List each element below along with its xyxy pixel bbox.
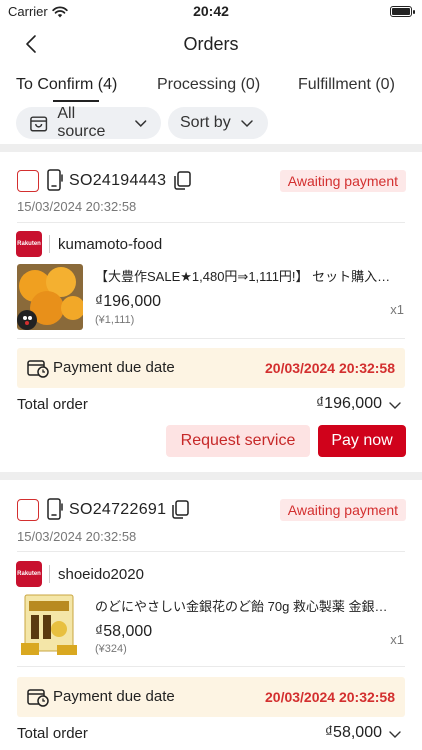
divider [49, 235, 50, 253]
total-order-value[interactable]: ₫58,000 [325, 724, 382, 742]
chevron-down-icon[interactable] [388, 727, 402, 741]
active-tab-indicator [53, 100, 99, 102]
source-filter-dropdown[interactable]: All source [16, 105, 161, 140]
tab-to-confirm[interactable]: To Confirm (4) [16, 76, 117, 94]
calendar-clock-icon [27, 360, 49, 378]
divider [17, 551, 405, 552]
product-name[interactable]: 【大豊作SALE★1,480円⇒1,111円!】 セット購入… [95, 266, 405, 285]
shop-logo: Rakuten [16, 561, 42, 587]
product-original-price: (¥324) [95, 643, 127, 655]
candy-bag-image [17, 593, 83, 659]
payment-due-label: Payment due date [53, 359, 175, 376]
total-order-label: Total order [17, 725, 88, 742]
product-quantity: x1 [390, 632, 404, 647]
tab-fulfillment[interactable]: Fulfillment (0) [298, 76, 395, 94]
order-datetime: 15/03/2024 20:32:58 [17, 199, 137, 214]
status-badge: Awaiting payment [279, 170, 406, 192]
shop-name[interactable]: shoeido2020 [58, 566, 144, 583]
payment-due-box: Payment due date 20/03/2024 20:32:58 [17, 677, 405, 717]
product-price: ₫196,000 [95, 293, 162, 310]
order-card: SO24722691 Awaiting payment 15/03/2024 2… [0, 480, 422, 750]
order-code: SO24194443 [69, 172, 167, 189]
product-image[interactable] [17, 264, 83, 330]
section-divider [0, 144, 422, 152]
order-status-tabs: To Confirm (4) Processing (0) Fulfillmen… [0, 68, 422, 102]
mobile-order-icon [47, 498, 63, 520]
oranges-image [17, 264, 83, 330]
filter-bar: All source Sort by [0, 105, 422, 142]
status-badge: Awaiting payment [279, 499, 406, 521]
order-datetime: 15/03/2024 20:32:58 [17, 529, 137, 544]
pay-now-button[interactable]: Pay now [318, 425, 406, 457]
divider [17, 666, 405, 667]
nav-bar: Orders [0, 24, 422, 64]
order-card: SO24194443 Awaiting payment 15/03/2024 2… [0, 152, 422, 472]
payment-due-label: Payment due date [53, 688, 175, 705]
product-original-price: (¥1,111) [95, 314, 135, 326]
section-divider [0, 472, 422, 480]
chevron-down-icon [135, 120, 147, 127]
total-order-value[interactable]: ₫196,000 [316, 395, 382, 413]
payment-due-date: 20/03/2024 20:32:58 [265, 689, 395, 705]
payment-due-box: Payment due date 20/03/2024 20:32:58 [17, 348, 405, 388]
source-filter-label: All source [57, 105, 106, 140]
tab-processing[interactable]: Processing (0) [157, 76, 260, 94]
order-select-checkbox[interactable] [17, 499, 39, 521]
shopping-bag-icon [30, 116, 48, 132]
copy-icon[interactable] [172, 170, 192, 190]
chevron-down-icon[interactable] [388, 398, 402, 412]
shop-logo: Rakuten [16, 231, 42, 257]
mobile-order-icon [47, 169, 63, 191]
product-price: ₫58,000 [95, 623, 153, 640]
sort-label: Sort by [180, 114, 231, 131]
product-image[interactable] [17, 593, 83, 659]
request-service-button[interactable]: Request service [166, 425, 310, 457]
divider [17, 222, 405, 223]
status-bar: Carrier 20:42 [0, 0, 422, 24]
divider [17, 338, 405, 339]
page-title: Orders [183, 34, 239, 54]
payment-due-date: 20/03/2024 20:32:58 [265, 360, 395, 376]
chevron-down-icon [240, 120, 253, 128]
shop-name[interactable]: kumamoto-food [58, 236, 162, 253]
calendar-clock-icon [27, 689, 49, 707]
product-name[interactable]: のどにやさしい金銀花のど飴 70g 救心製薬 金銀… [95, 596, 405, 615]
copy-icon[interactable] [170, 499, 190, 519]
product-quantity: x1 [390, 302, 404, 317]
order-code: SO24722691 [69, 501, 167, 518]
battery-icon [390, 6, 415, 17]
divider [49, 565, 50, 583]
clock: 20:42 [193, 3, 229, 19]
sort-dropdown[interactable]: Sort by [168, 107, 268, 139]
order-select-checkbox[interactable] [17, 170, 39, 192]
total-order-label: Total order [17, 396, 88, 413]
